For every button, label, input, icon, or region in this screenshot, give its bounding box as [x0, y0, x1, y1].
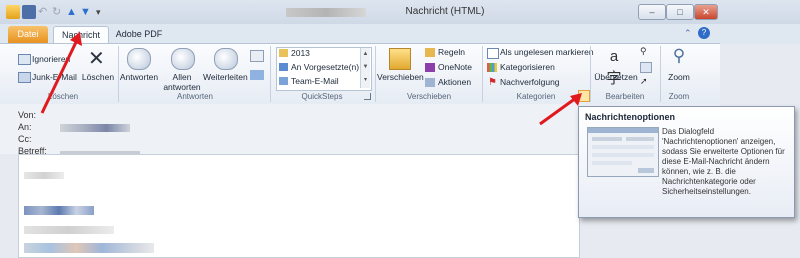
quickstep-arrow-icon: [279, 63, 288, 71]
preview-titlebar: [588, 128, 658, 133]
zoom-icon: ⚲: [672, 46, 686, 65]
related-icon[interactable]: [640, 62, 652, 73]
tooltip-description: Das Dialogfeld 'Nachrichtenoptionen' anz…: [662, 127, 785, 196]
forward-icon: [214, 48, 238, 70]
quickstep-item[interactable]: 2013: [291, 48, 310, 58]
find-icon[interactable]: ⚲: [640, 47, 650, 56]
categorize-icon: [487, 63, 497, 72]
preview-field: [592, 161, 632, 165]
onenote-icon: [425, 63, 435, 72]
arrow-line: [539, 96, 577, 126]
minimize-button[interactable]: –: [638, 4, 666, 20]
forward-button[interactable]: Weiterleiten: [203, 72, 248, 82]
reply-all-button[interactable]: Allen antworten: [160, 72, 204, 92]
preview-button: [638, 168, 654, 173]
reply-all-icon: [171, 48, 195, 70]
redacted-recipient: [60, 124, 130, 132]
title-bar: ↶ ↻ ▲ ▼ ▾ Nachricht (HTML) – □ ✕: [0, 0, 800, 25]
redacted-text: [24, 243, 154, 253]
zoom-button[interactable]: Zoom: [662, 72, 696, 82]
mark-unread-icon: [487, 48, 499, 59]
categorize-button[interactable]: Kategorisieren: [500, 62, 555, 72]
minimize-ribbon-icon[interactable]: ⌃: [684, 28, 692, 39]
quickstep-item[interactable]: An Vorgesetzte(n): [291, 62, 359, 72]
rules-button[interactable]: Regeln: [438, 47, 465, 57]
more-respond-icon[interactable]: [250, 50, 264, 62]
onenote-button[interactable]: OneNote: [438, 62, 472, 72]
translate-icon: a字: [606, 48, 622, 87]
tab-adobe-pdf[interactable]: Adobe PDF: [112, 26, 166, 43]
group-label-verschieben: Verschieben: [406, 92, 452, 101]
preview-field: [592, 145, 654, 149]
to-label: An:: [18, 122, 32, 132]
group-label-quicksteps: QuickSteps: [301, 92, 343, 101]
rules-icon: [425, 48, 435, 57]
more-respond-dropdown-icon[interactable]: [250, 70, 264, 80]
separator: [660, 46, 661, 102]
group-label-zoom: Zoom: [668, 92, 690, 101]
redacted-text: [24, 172, 64, 179]
dialog-launcher-icon[interactable]: [364, 93, 371, 100]
reply-button[interactable]: Antworten: [118, 72, 160, 82]
preview-field: [626, 137, 654, 141]
redacted-text: [24, 206, 94, 215]
annotation-arrow-tab: [40, 32, 82, 114]
reply-all-line1: Allen: [172, 72, 192, 82]
select-icon[interactable]: ➚: [640, 77, 650, 86]
follow-up-button[interactable]: Nachverfolgung: [500, 77, 560, 87]
arrow-line: [40, 37, 80, 114]
actions-icon: [425, 78, 435, 87]
follow-up-flag-icon: ⚑: [488, 77, 497, 88]
quickstep-mail-icon: [279, 77, 288, 85]
translate-button[interactable]: Übersetzen: [594, 72, 638, 82]
maximize-button[interactable]: □: [666, 4, 694, 20]
reply-all-line2: antworten: [163, 82, 201, 92]
mark-unread-button[interactable]: Als ungelesen markieren: [500, 47, 594, 57]
group-label-antworten: Antworten: [176, 92, 214, 101]
preview-field: [592, 153, 654, 157]
separator: [482, 46, 483, 102]
dialog-preview-image: [587, 127, 659, 177]
preview-field: [592, 137, 622, 141]
move-icon: [389, 48, 411, 70]
ribbon-tabs: Datei Nachricht Adobe PDF ⌃ ?: [0, 24, 800, 44]
separator: [270, 46, 271, 102]
group-label-bearbeiten: Bearbeiten: [605, 92, 645, 101]
close-button[interactable]: ✕: [694, 4, 718, 20]
quicksteps-scroll[interactable]: ▲ ▼ ▾: [360, 48, 370, 88]
actions-button[interactable]: Aktionen: [438, 77, 471, 87]
tooltip-title: Nachrichtenoptionen: [585, 112, 676, 122]
quickstep-item[interactable]: Team-E-Mail: [291, 76, 339, 86]
separator: [590, 46, 591, 102]
delete-icon: ✕: [88, 48, 105, 70]
redacted-text: [24, 226, 114, 234]
quickstep-folder-icon: [279, 49, 288, 57]
move-button[interactable]: Verschieben: [377, 72, 424, 82]
cc-label: Cc:: [18, 134, 32, 144]
help-icon[interactable]: ?: [698, 27, 710, 39]
reply-icon: [127, 48, 151, 70]
message-options-tooltip: Nachrichtenoptionen Das Dialogfeld 'Nach…: [578, 106, 795, 218]
